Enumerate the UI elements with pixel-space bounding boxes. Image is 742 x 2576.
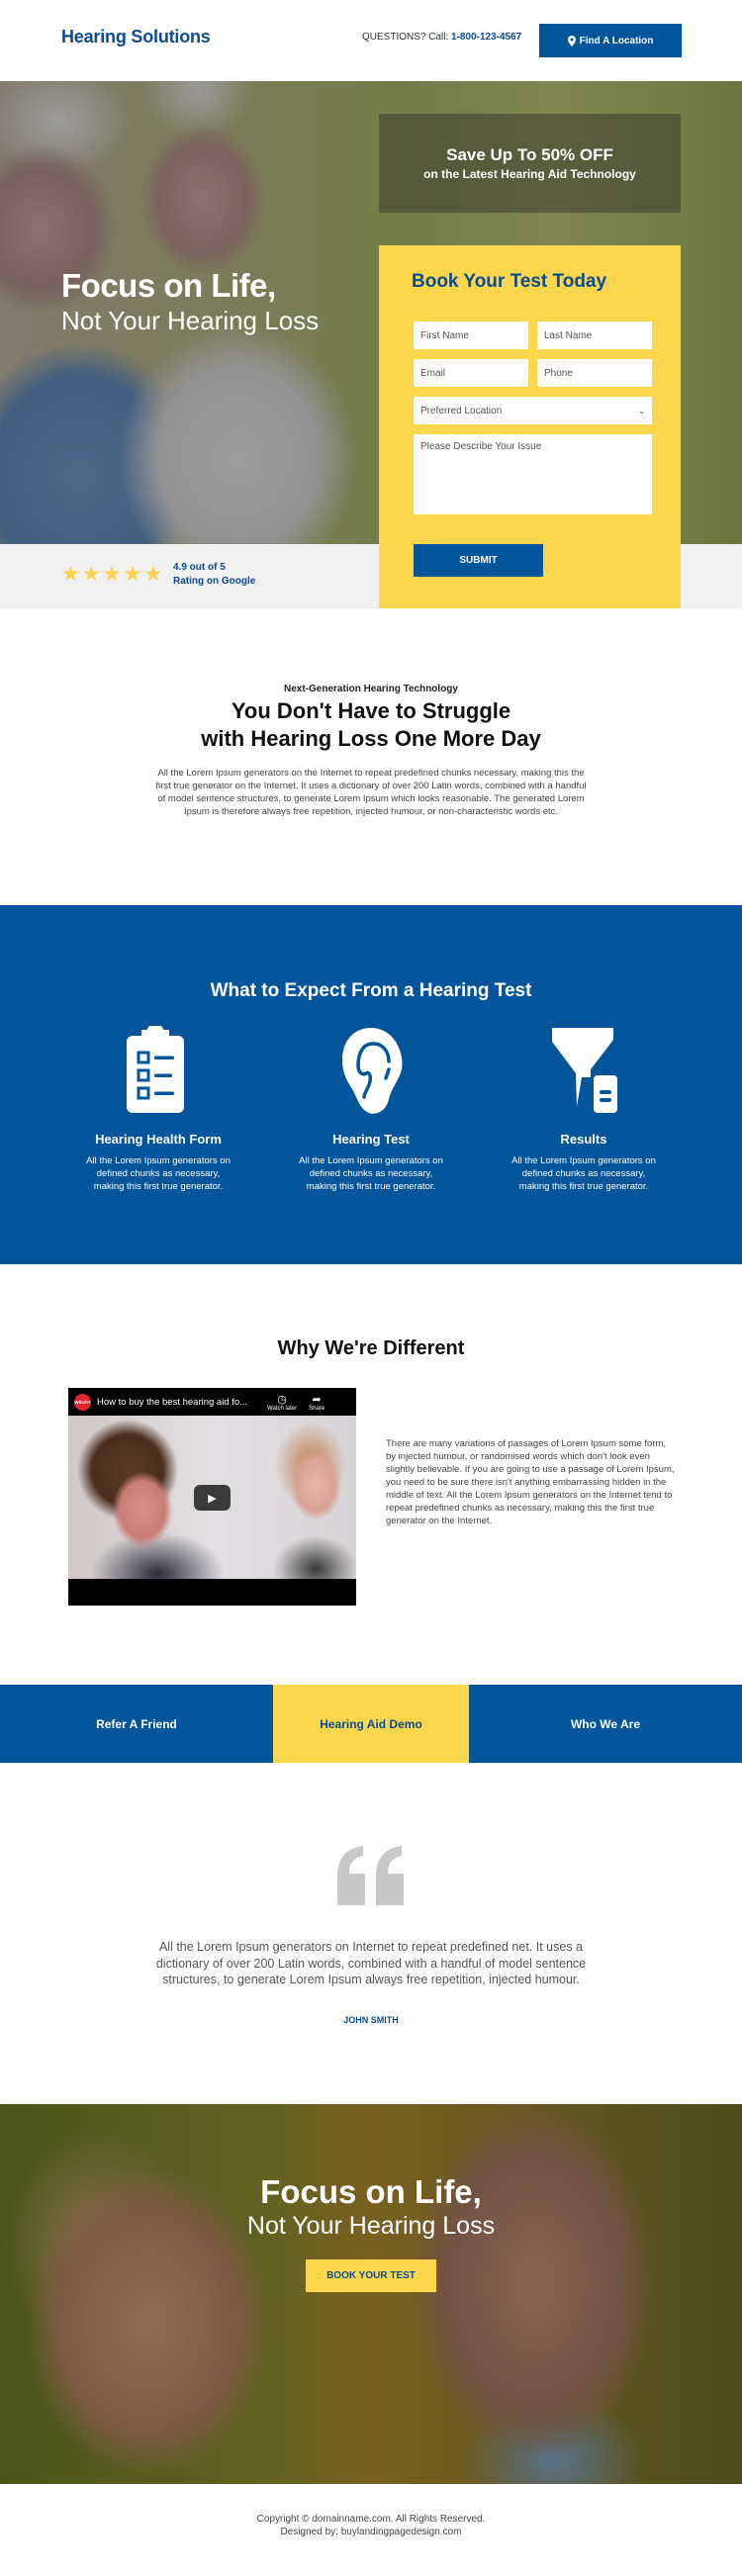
feature-title: Hearing Health Form <box>95 1132 222 1147</box>
intro-body: All the Lorem Ipsum generators on the In… <box>155 768 587 817</box>
site-header: Hearing Solutions QUESTIONS? Call: 1-800… <box>0 0 742 81</box>
play-button[interactable]: ▶ <box>194 1485 231 1511</box>
star-icon: ★ <box>143 563 163 586</box>
expect-title: What to Expect From a Hearing Test <box>210 980 532 1001</box>
share-button[interactable]: ➦ Share <box>309 1393 325 1412</box>
map-pin-icon <box>567 35 576 46</box>
video-topbar: Which? How to buy the best hearing aid f… <box>68 1388 356 1416</box>
phone-contact: QUESTIONS? Call: 1-800-123-4567 <box>362 32 521 43</box>
form-title: Book Your Test Today <box>412 271 607 292</box>
hero-title: Focus on Life, Not Your Hearing Loss <box>61 267 319 336</box>
cta-banner: Focus on Life, Not Your Hearing Loss BOO… <box>0 2104 742 2484</box>
rating-source: Rating on Google <box>173 576 256 587</box>
intro-title-line1: You Don't Have to Struggle <box>231 698 511 723</box>
intro-section: Next-Generation Hearing Technology You D… <box>0 608 742 905</box>
watch-later-button[interactable]: ◷ Watch later <box>267 1393 297 1412</box>
issue-textarea[interactable]: Please Describe Your Issue <box>414 434 652 514</box>
tab-refer-a-friend[interactable]: Refer A Friend <box>0 1685 273 1763</box>
feature-card: Results All the Lorem Ipsum generators o… <box>480 1026 688 1193</box>
tab-hearing-aid-demo[interactable]: Hearing Aid Demo <box>273 1685 469 1763</box>
feature-body: All the Lorem Ipsum generators on define… <box>299 1155 443 1192</box>
find-location-button[interactable]: Find A Location <box>539 24 682 57</box>
copyright-text: Copyright © domainname.com. All Rights R… <box>256 2514 486 2525</box>
intro-title-line2: with Hearing Loss One More Day <box>201 726 541 751</box>
cta-title-line1: Focus on Life, <box>260 2173 482 2210</box>
share-label: Share <box>309 1405 325 1412</box>
video-title[interactable]: How to buy the best hearing aid fo... <box>97 1397 255 1408</box>
designed-by-text: Designed by: buylandingpagedesign.com <box>280 2527 462 2537</box>
clock-icon: ◷ <box>277 1393 287 1406</box>
funnel-results-icon <box>552 1028 617 1113</box>
find-location-label: Find A Location <box>579 35 654 46</box>
rating-value: 4.9 out of 5 <box>173 562 226 573</box>
testimonial-quote: All the Lorem Ipsum generators on Intern… <box>155 1940 587 1986</box>
rating-text: 4.9 out of 5 Rating on Google <box>173 561 255 589</box>
phone-label: QUESTIONS? Call: <box>362 32 449 43</box>
expect-section: What to Expect From a Hearing Test Heari… <box>0 905 742 1264</box>
star-icon: ★ <box>81 563 101 586</box>
cta-title-line2: Not Your Hearing Loss <box>246 2212 496 2240</box>
email-input[interactable]: Email <box>414 359 528 387</box>
last-name-input[interactable]: Last Name <box>537 322 652 349</box>
rating-stars: ★ ★ ★ ★ ★ <box>61 564 162 585</box>
star-icon: ★ <box>102 563 122 586</box>
quote-icon <box>337 1846 404 1905</box>
channel-avatar[interactable]: Which? <box>74 1393 91 1411</box>
info-tabs: Refer A Friend Hearing Aid Demo Who We A… <box>0 1685 742 1763</box>
promo-box: Save Up To 50% OFF on the Latest Hearing… <box>379 114 681 213</box>
intro-title: You Don't Have to Struggle with Hearing … <box>0 697 742 753</box>
intro-eyebrow: Next-Generation Hearing Technology <box>284 684 458 694</box>
clipboard-checklist-icon <box>127 1026 184 1113</box>
feature-title: Hearing Test <box>332 1132 410 1147</box>
ear-icon <box>342 1028 403 1114</box>
hero-title-line1: Focus on Life, <box>61 267 276 304</box>
feature-body: All the Lorem Ipsum generators on define… <box>86 1155 231 1192</box>
landing-page: Hearing Solutions QUESTIONS? Call: 1-800… <box>0 0 742 2576</box>
logo[interactable]: Hearing Solutions <box>61 27 211 47</box>
feature-title: Results <box>560 1132 607 1147</box>
why-title: Why We're Different <box>277 1337 465 1359</box>
cta-title: Focus on Life, Not Your Hearing Loss <box>0 2173 742 2241</box>
phone-input[interactable]: Phone <box>537 359 652 387</box>
why-body: There are many variations of passages of… <box>386 1438 675 1526</box>
first-name-input[interactable]: First Name <box>414 322 528 349</box>
play-icon: ▶ <box>208 1492 217 1505</box>
book-your-test-button[interactable]: BOOK YOUR TEST <box>306 2259 436 2292</box>
location-select-value: Preferred Location <box>420 405 503 416</box>
phone-number[interactable]: 1-800-123-4567 <box>451 32 521 43</box>
tab-who-we-are[interactable]: Who We Are <box>469 1685 742 1763</box>
promo-headline: Save Up To 50% OFF <box>446 145 613 164</box>
feature-card: Hearing Health Form All the Lorem Ipsum … <box>54 1026 262 1193</box>
booking-form: Book Your Test Today First Name Last Nam… <box>379 245 681 608</box>
location-select[interactable]: Preferred Location ⌄ <box>414 397 652 424</box>
chevron-down-icon: ⌄ <box>638 406 645 415</box>
share-icon: ➦ <box>312 1393 322 1406</box>
site-footer: Copyright © domainname.com. All Rights R… <box>0 2513 742 2538</box>
watch-later-label: Watch later <box>267 1405 298 1412</box>
promo-subline: on the Latest Hearing Aid Technology <box>423 167 636 181</box>
hero-title-line2: Not Your Hearing Loss <box>61 306 320 335</box>
star-icon: ★ <box>123 563 142 586</box>
feature-body: All the Lorem Ipsum generators on define… <box>511 1155 656 1192</box>
star-icon: ★ <box>61 563 80 586</box>
video-player[interactable]: Which? How to buy the best hearing aid f… <box>68 1388 356 1606</box>
feature-card: Hearing Test All the Lorem Ipsum generat… <box>267 1026 475 1193</box>
testimonial-author: JOHN SMITH <box>343 2015 399 2025</box>
submit-button[interactable]: SUBMIT <box>414 544 543 577</box>
